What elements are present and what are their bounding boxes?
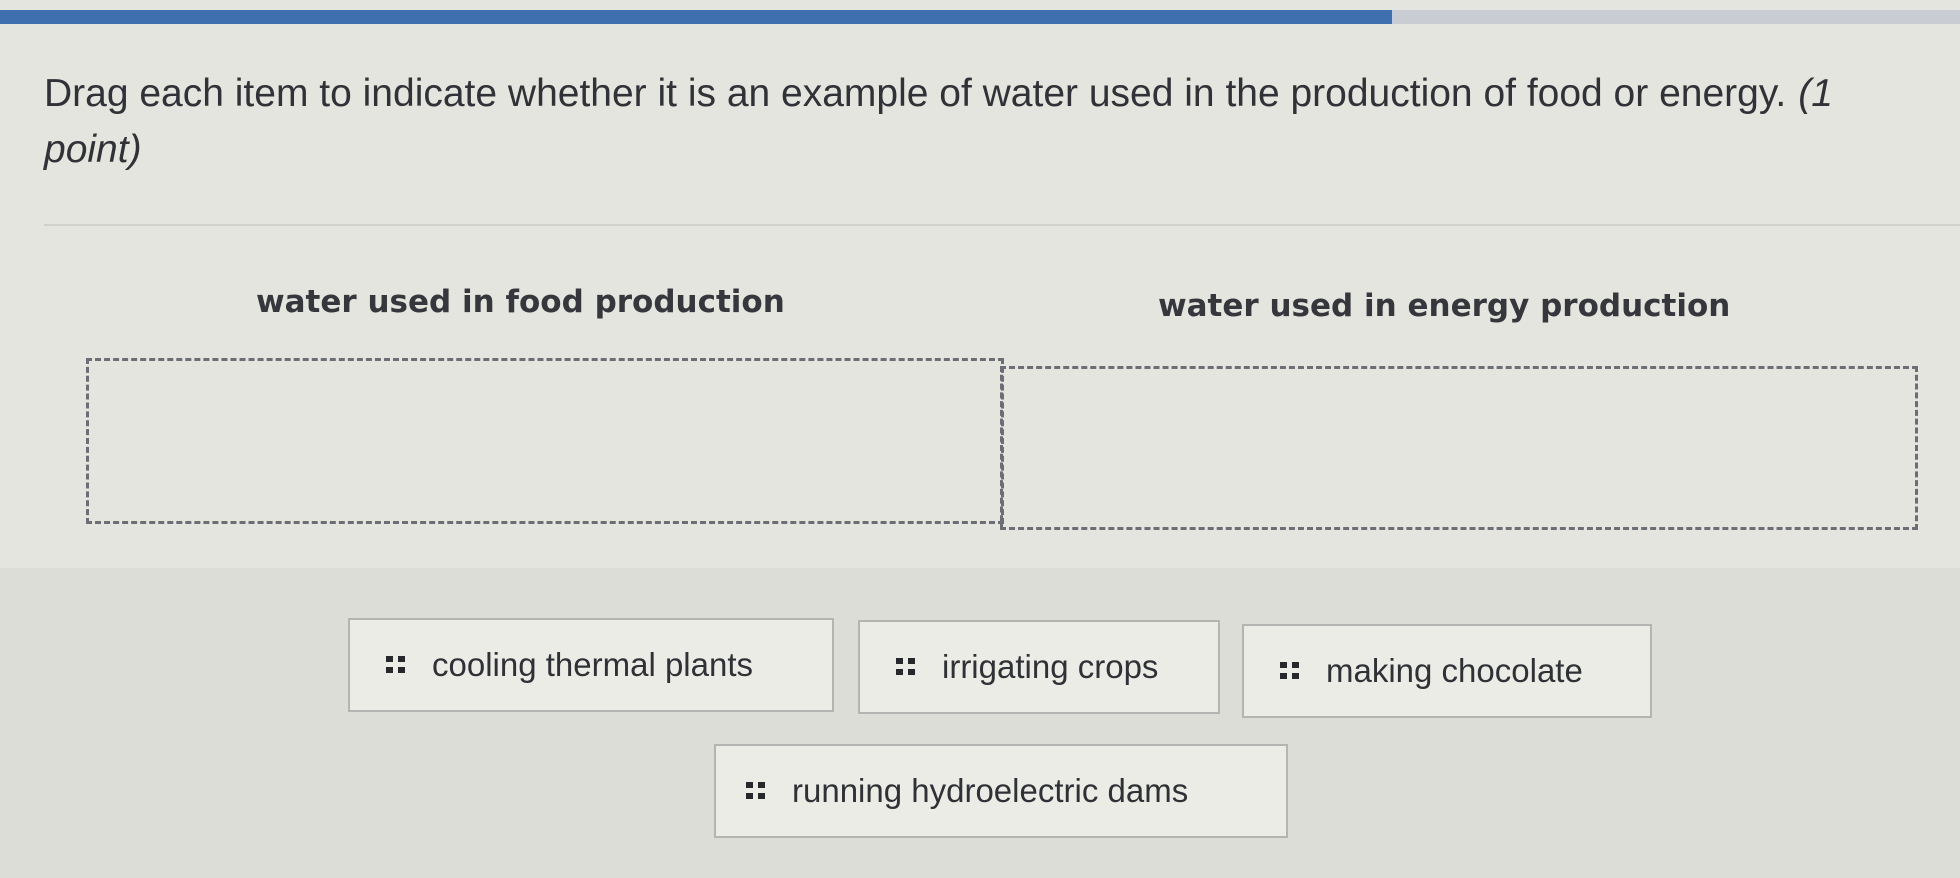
divider bbox=[44, 224, 1960, 226]
item-label: making chocolate bbox=[1326, 652, 1583, 689]
drag-handle-icon bbox=[386, 656, 405, 673]
item-label: cooling thermal plants bbox=[432, 646, 754, 683]
drag-handle-icon bbox=[1280, 662, 1299, 679]
item-label: irrigating crops bbox=[942, 648, 1159, 685]
energy-drop-zone[interactable] bbox=[1000, 366, 1918, 530]
progress-bar-fill bbox=[0, 10, 1392, 24]
question-prompt: Drag each item to indicate whether it is… bbox=[44, 66, 1924, 178]
item-label: running hydroelectric dams bbox=[792, 772, 1189, 809]
question-text: Drag each item to indicate whether it is… bbox=[44, 72, 1787, 115]
draggable-item-irrigating-crops[interactable]: irrigating crops bbox=[858, 620, 1220, 714]
draggable-item-making-chocolate[interactable]: making chocolate bbox=[1242, 624, 1652, 718]
drag-handle-icon bbox=[896, 658, 915, 675]
progress-bar bbox=[0, 10, 1960, 24]
food-category-heading: water used in food production bbox=[256, 284, 785, 320]
energy-category-heading: water used in energy production bbox=[1158, 288, 1731, 324]
draggable-item-running-hydroelectric-dams[interactable]: running hydroelectric dams bbox=[714, 744, 1288, 838]
draggable-item-cooling-thermal-plants[interactable]: cooling thermal plants bbox=[348, 618, 834, 712]
drag-handle-icon bbox=[746, 782, 765, 799]
food-drop-zone[interactable] bbox=[86, 358, 1004, 524]
